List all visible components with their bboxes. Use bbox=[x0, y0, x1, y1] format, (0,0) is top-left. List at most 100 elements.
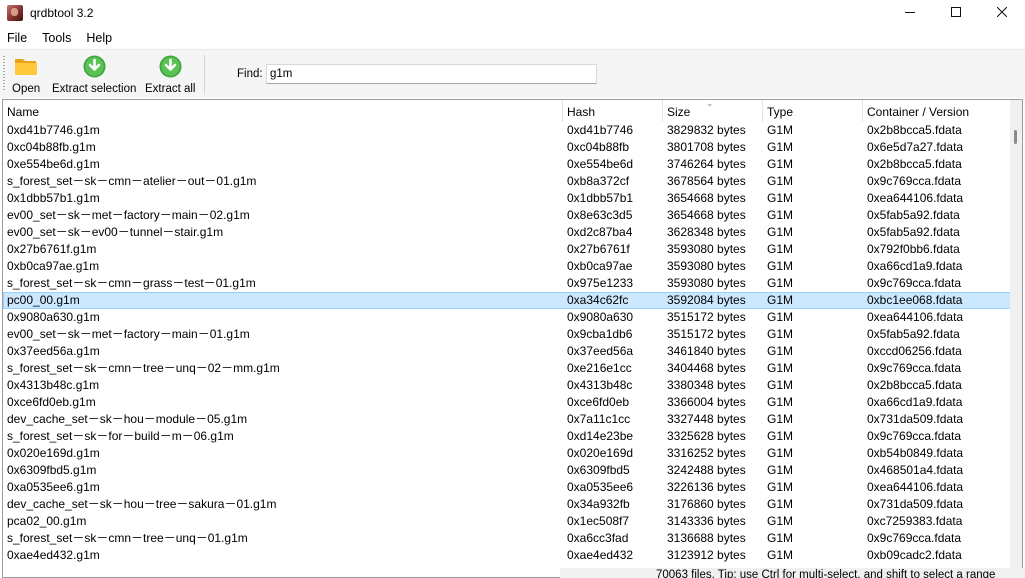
table-row[interactable]: 0xb0ca97ae.g1m 0xb0ca97ae 3593080 bytes G1M… bbox=[3, 258, 1011, 275]
menu-file[interactable]: File bbox=[0, 31, 34, 45]
cell-type: G1M bbox=[767, 497, 794, 511]
cell-size: 3801708 bytes bbox=[667, 140, 746, 154]
column-header-type[interactable]: Type bbox=[763, 100, 863, 122]
cell-type: G1M bbox=[767, 429, 794, 443]
cell-hash: 0x27b6761f bbox=[567, 242, 630, 256]
cell-container: 0x2b8bcca5.fdata bbox=[867, 157, 962, 171]
cell-container: 0x9c769cca.fdata bbox=[867, 276, 962, 290]
cell-name: 0xae4ed432.g1m bbox=[7, 548, 100, 562]
table-row[interactable]: 0x37eed56a.g1m 0x37eed56a 3461840 bytes G1M… bbox=[3, 343, 1011, 360]
vertical-scrollbar[interactable] bbox=[1010, 100, 1022, 577]
cell-size: 3242488 bytes bbox=[667, 463, 746, 477]
cell-name: 0x6309fbd5.g1m bbox=[7, 463, 97, 477]
menu-help[interactable]: Help bbox=[79, 31, 119, 45]
table-row[interactable]: 0xa0535ee6.g1m 0xa0535ee6 3226136 bytes G1M… bbox=[3, 479, 1011, 496]
table-row[interactable]: 0xd41b7746.g1m 0xd41b7746 3829832 bytes G1M… bbox=[3, 122, 1011, 139]
table-row[interactable]: pca02_00.g1m 0x1ec508f7 3143336 bytes G1M 0x… bbox=[3, 513, 1011, 530]
table-row[interactable]: dev_cache_set－sk－hou－module－05.g1m 0x7a11… bbox=[3, 411, 1011, 428]
table-row[interactable]: 0x6309fbd5.g1m 0x6309fbd5 3242488 bytes G1M… bbox=[3, 462, 1011, 479]
cell-name: 0x020e169d.g1m bbox=[7, 446, 100, 460]
cell-type: G1M bbox=[767, 259, 794, 273]
toolbar: Open Extract selection Extract all Find: bbox=[0, 49, 1025, 98]
table-row[interactable]: 0xce6fd0eb.g1m 0xce6fd0eb 3366004 bytes G1M… bbox=[3, 394, 1011, 411]
cell-container: 0xb09cadc2.fdata bbox=[867, 548, 962, 562]
cell-hash: 0x34a932fb bbox=[567, 497, 630, 511]
toolbar-separator bbox=[204, 55, 205, 95]
cell-container: 0x9c769cca.fdata bbox=[867, 531, 962, 545]
table-row[interactable]: 0xe554be6d.g1m 0xe554be6d 3746264 bytes G1M… bbox=[3, 156, 1011, 173]
cell-size: 3746264 bytes bbox=[667, 157, 746, 171]
table-row[interactable]: 0xae4ed432.g1m 0xae4ed432 3123912 bytes G1M… bbox=[3, 547, 1011, 564]
cell-size: 3380348 bytes bbox=[667, 378, 746, 392]
cell-size: 3404468 bytes bbox=[667, 361, 746, 375]
column-header-name[interactable]: Name bbox=[3, 100, 563, 122]
cell-type: G1M bbox=[767, 242, 794, 256]
window-controls bbox=[887, 0, 1025, 26]
cell-size: 3829832 bytes bbox=[667, 123, 746, 137]
cell-hash: 0x1ec508f7 bbox=[567, 514, 630, 528]
toolbar-grip[interactable] bbox=[3, 56, 5, 92]
table-row[interactable]: s_forest_set－sk－for－build－m－06.g1m 0xd14e… bbox=[3, 428, 1011, 445]
file-list[interactable]: Name Hash ⌄ Size Type Container / Versio… bbox=[2, 99, 1023, 578]
cell-size: 3325628 bytes bbox=[667, 429, 746, 443]
cell-size: 3654668 bytes bbox=[667, 208, 746, 222]
cell-container: 0x5fab5a92.fdata bbox=[867, 225, 960, 239]
cell-hash: 0x975e1233 bbox=[567, 276, 634, 290]
list-rows: 0xd41b7746.g1m 0xd41b7746 3829832 bytes G1M… bbox=[3, 122, 1011, 564]
table-row[interactable]: 0x4313b48c.g1m 0x4313b48c 3380348 bytes G1M… bbox=[3, 377, 1011, 394]
cell-type: G1M bbox=[767, 293, 794, 307]
extract-selection-button[interactable]: Extract selection bbox=[52, 53, 136, 97]
table-row[interactable]: s_forest_set－sk－cmn－tree－unq－01.g1m 0xa6c… bbox=[3, 530, 1011, 547]
cell-hash: 0xe216e1cc bbox=[567, 361, 632, 375]
table-row[interactable]: s_forest_set－sk－cmn－atelier－out－01.g1m 0x… bbox=[3, 173, 1011, 190]
cell-container: 0xccd06256.fdata bbox=[867, 344, 962, 358]
column-header-label: Container / Version bbox=[867, 105, 970, 119]
table-row[interactable]: pc00_00.g1m 0xa34c62fc 3592084 bytes G1M 0xb… bbox=[3, 292, 1011, 309]
table-row[interactable]: dev_cache_set－sk－hou－tree－sakura－01.g1m 0… bbox=[3, 496, 1011, 513]
cell-name: s_forest_set－sk－cmn－grass－test－01.g1m bbox=[7, 276, 256, 290]
find-input[interactable] bbox=[266, 64, 597, 84]
column-header-hash[interactable]: Hash bbox=[563, 100, 663, 122]
table-row[interactable]: s_forest_set－sk－cmn－tree－unq－02－mm.g1m 0x… bbox=[3, 360, 1011, 377]
extract-all-label: Extract all bbox=[145, 83, 196, 95]
cell-name: dev_cache_set－sk－hou－module－05.g1m bbox=[7, 412, 248, 426]
scrollbar-thumb[interactable] bbox=[1014, 130, 1017, 144]
cell-hash: 0xb0ca97ae bbox=[567, 259, 633, 273]
cell-type: G1M bbox=[767, 157, 794, 171]
cell-type: G1M bbox=[767, 446, 794, 460]
cell-container: 0x9c769cca.fdata bbox=[867, 174, 962, 188]
cell-hash: 0xc04b88fb bbox=[567, 140, 630, 154]
table-row[interactable]: ev00_set－sk－met－factory－main－01.g1m 0x9cb… bbox=[3, 326, 1011, 343]
cell-name: 0xc04b88fb.g1m bbox=[7, 140, 96, 154]
extract-selection-label: Extract selection bbox=[52, 83, 137, 95]
cell-type: G1M bbox=[767, 123, 794, 137]
close-button[interactable] bbox=[979, 0, 1025, 24]
table-row[interactable]: ev00_set－sk－met－factory－main－02.g1m 0x8e6… bbox=[3, 207, 1011, 224]
table-row[interactable]: 0x27b6761f.g1m 0x27b6761f 3593080 bytes G1M… bbox=[3, 241, 1011, 258]
column-header-size[interactable]: ⌄ Size bbox=[663, 100, 763, 122]
table-row[interactable]: 0x1dbb57b1.g1m 0x1dbb57b1 3654668 bytes G1M… bbox=[3, 190, 1011, 207]
cell-type: G1M bbox=[767, 514, 794, 528]
cell-hash: 0x1dbb57b1 bbox=[567, 191, 634, 205]
open-button[interactable]: Open bbox=[12, 53, 40, 97]
cell-name: ev00_set－sk－met－factory－main－02.g1m bbox=[7, 208, 250, 222]
maximize-button[interactable] bbox=[933, 0, 979, 24]
cell-type: G1M bbox=[767, 412, 794, 426]
table-row[interactable]: s_forest_set－sk－cmn－grass－test－01.g1m 0x9… bbox=[3, 275, 1011, 292]
table-row[interactable]: 0xc04b88fb.g1m 0xc04b88fb 3801708 bytes G1M… bbox=[3, 139, 1011, 156]
table-row[interactable]: 0x020e169d.g1m 0x020e169d 3316252 bytes G1M… bbox=[3, 445, 1011, 462]
cell-container: 0x9c769cca.fdata bbox=[867, 361, 962, 375]
status-bar: 70063 files. Tip: use Ctrl for multi-sel… bbox=[560, 568, 1025, 578]
close-icon bbox=[997, 7, 1007, 17]
table-row[interactable]: ev00_set－sk－ev00－tunnel－stair.g1m 0xd2c87… bbox=[3, 224, 1011, 241]
column-header-container[interactable]: Container / Version bbox=[863, 100, 1011, 122]
minimize-button[interactable] bbox=[887, 0, 933, 24]
cell-size: 3515172 bytes bbox=[667, 327, 746, 341]
menu-tools[interactable]: Tools bbox=[35, 31, 78, 45]
table-row[interactable]: 0x9080a630.g1m 0x9080a630 3515172 bytes G1M… bbox=[3, 309, 1011, 326]
cell-size: 3654668 bytes bbox=[667, 191, 746, 205]
cell-size: 3176860 bytes bbox=[667, 497, 746, 511]
extract-all-button[interactable]: Extract all bbox=[145, 53, 196, 97]
cell-size: 3226136 bytes bbox=[667, 480, 746, 494]
menu-bar: File Tools Help bbox=[0, 28, 1025, 48]
